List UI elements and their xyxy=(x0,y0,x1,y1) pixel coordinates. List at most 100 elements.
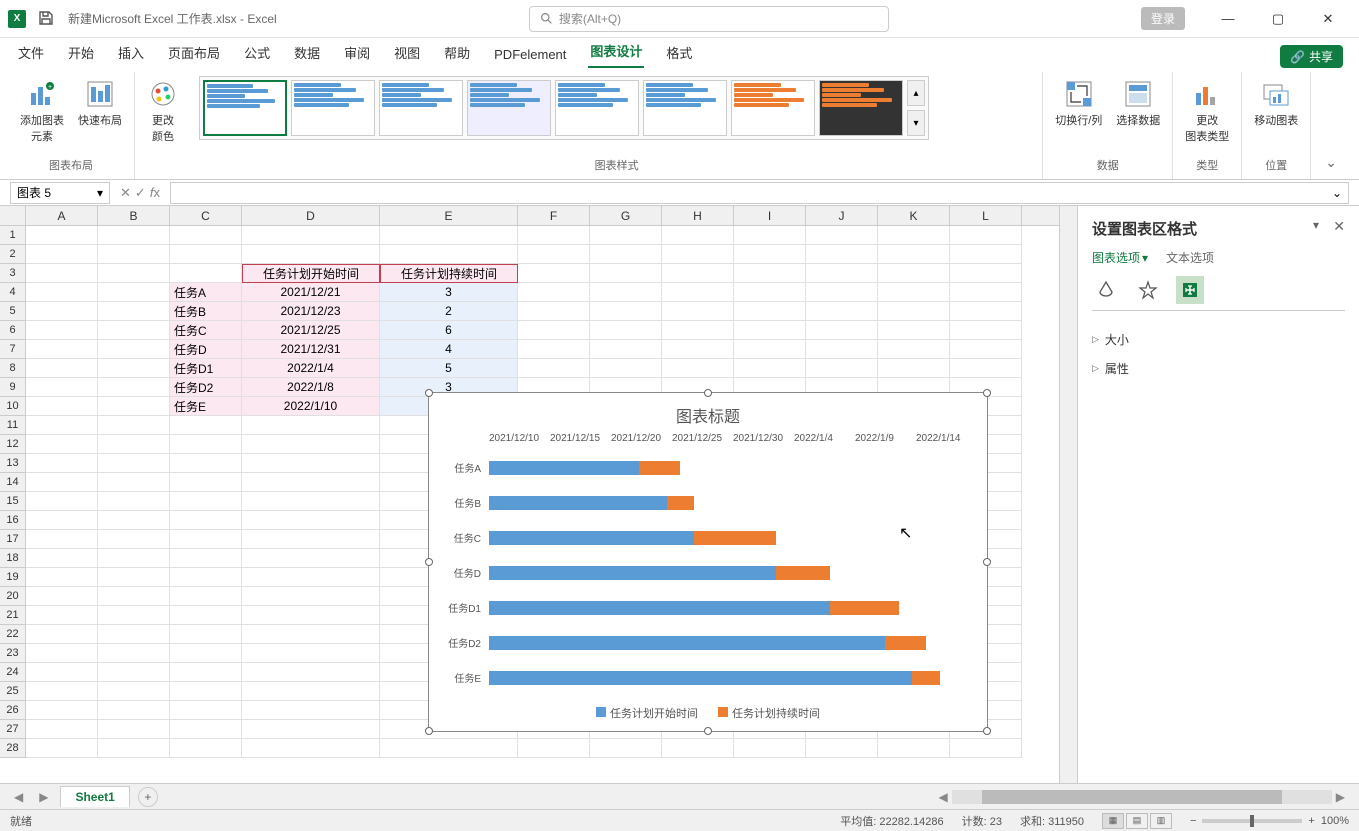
cell[interactable] xyxy=(806,321,878,340)
horizontal-scrollbar[interactable]: ◀ ▶ xyxy=(935,790,1349,804)
cell[interactable] xyxy=(380,739,518,758)
row-header-13[interactable]: 13 xyxy=(0,454,26,473)
cell[interactable] xyxy=(98,321,170,340)
sheet-nav-next[interactable]: ▶ xyxy=(35,790,52,804)
cell[interactable] xyxy=(170,682,242,701)
chart-title[interactable]: 图表标题 xyxy=(439,403,977,427)
chart-style-7[interactable] xyxy=(731,80,815,136)
cell[interactable] xyxy=(242,606,380,625)
cell[interactable] xyxy=(98,701,170,720)
cell[interactable] xyxy=(590,739,662,758)
tab-help[interactable]: 帮助 xyxy=(442,39,472,68)
chart-legend[interactable]: 任务计划开始时间 任务计划持续时间 xyxy=(439,701,977,725)
col-header-D[interactable]: D xyxy=(242,206,380,225)
cell[interactable] xyxy=(662,264,734,283)
cell[interactable] xyxy=(590,264,662,283)
cell[interactable] xyxy=(662,321,734,340)
cell[interactable] xyxy=(26,701,98,720)
cell[interactable] xyxy=(242,701,380,720)
effects-icon[interactable] xyxy=(1134,276,1162,304)
cell[interactable] xyxy=(26,321,98,340)
cell[interactable] xyxy=(98,226,170,245)
section-properties[interactable]: 属性 xyxy=(1092,354,1345,383)
section-size[interactable]: 大小 xyxy=(1092,325,1345,354)
cell[interactable]: 任务E xyxy=(170,397,242,416)
cell[interactable]: 任务A xyxy=(170,283,242,302)
cell[interactable] xyxy=(590,226,662,245)
cell[interactable] xyxy=(242,663,380,682)
cell[interactable] xyxy=(98,530,170,549)
tab-view[interactable]: 视图 xyxy=(392,39,422,68)
cell[interactable] xyxy=(26,720,98,739)
row-header-12[interactable]: 12 xyxy=(0,435,26,454)
cell[interactable] xyxy=(26,340,98,359)
cell[interactable] xyxy=(98,454,170,473)
view-normal-button[interactable]: ▦ xyxy=(1102,813,1124,829)
cell[interactable] xyxy=(242,511,380,530)
cell[interactable] xyxy=(26,245,98,264)
size-properties-icon[interactable] xyxy=(1176,276,1204,304)
cell[interactable] xyxy=(590,359,662,378)
cell[interactable] xyxy=(950,321,1022,340)
move-chart-button[interactable]: 移动图表 xyxy=(1250,76,1302,130)
cell[interactable]: 2021/12/25 xyxy=(242,321,380,340)
tab-insert[interactable]: 插入 xyxy=(116,39,146,68)
cell[interactable] xyxy=(878,264,950,283)
cell[interactable] xyxy=(170,416,242,435)
row-header-20[interactable]: 20 xyxy=(0,587,26,606)
tab-data[interactable]: 数据 xyxy=(292,39,322,68)
confirm-formula-icon[interactable]: ✓ xyxy=(135,185,146,201)
row-header-24[interactable]: 24 xyxy=(0,663,26,682)
cell[interactable] xyxy=(170,568,242,587)
chart-bar-row[interactable]: 任务B xyxy=(439,491,967,515)
cell[interactable] xyxy=(98,511,170,530)
cell[interactable] xyxy=(170,530,242,549)
cell[interactable]: 2022/1/4 xyxy=(242,359,380,378)
cell[interactable] xyxy=(26,644,98,663)
cell[interactable]: 2021/12/21 xyxy=(242,283,380,302)
cell[interactable] xyxy=(98,663,170,682)
cell[interactable] xyxy=(26,359,98,378)
cell[interactable] xyxy=(98,283,170,302)
chart-styles-gallery[interactable]: ▴▾ xyxy=(199,76,929,140)
zoom-slider[interactable] xyxy=(1202,819,1302,823)
cell[interactable] xyxy=(878,283,950,302)
cell[interactable] xyxy=(878,359,950,378)
cell[interactable] xyxy=(98,492,170,511)
cell[interactable] xyxy=(662,283,734,302)
cell[interactable] xyxy=(734,283,806,302)
fx-icon[interactable]: fx xyxy=(150,185,160,200)
tab-review[interactable]: 审阅 xyxy=(342,39,372,68)
cell[interactable] xyxy=(26,625,98,644)
row-header-25[interactable]: 25 xyxy=(0,682,26,701)
row-header-19[interactable]: 19 xyxy=(0,568,26,587)
cell[interactable] xyxy=(734,302,806,321)
formula-expand-icon[interactable]: ⌄ xyxy=(1332,186,1342,200)
cell[interactable] xyxy=(98,397,170,416)
sheet-tab-sheet1[interactable]: Sheet1 xyxy=(60,786,129,807)
row-header-28[interactable]: 28 xyxy=(0,739,26,758)
cell[interactable] xyxy=(242,226,380,245)
cell[interactable] xyxy=(242,473,380,492)
cell[interactable] xyxy=(242,435,380,454)
cell[interactable] xyxy=(734,340,806,359)
row-header-10[interactable]: 10 xyxy=(0,397,26,416)
cell[interactable] xyxy=(170,473,242,492)
cell[interactable] xyxy=(98,587,170,606)
cell[interactable] xyxy=(170,587,242,606)
cell[interactable]: 任务计划持续时间 xyxy=(380,264,518,283)
cell[interactable] xyxy=(242,568,380,587)
cell[interactable] xyxy=(98,359,170,378)
cell[interactable] xyxy=(950,359,1022,378)
view-page-layout-button[interactable]: ▤ xyxy=(1126,813,1148,829)
cell[interactable] xyxy=(98,568,170,587)
cell[interactable] xyxy=(170,739,242,758)
tab-pdfelement[interactable]: PDFelement xyxy=(492,43,568,68)
cell[interactable] xyxy=(26,511,98,530)
cell[interactable] xyxy=(26,435,98,454)
col-header-G[interactable]: G xyxy=(590,206,662,225)
chart-style-5[interactable] xyxy=(555,80,639,136)
cell[interactable] xyxy=(518,340,590,359)
share-button[interactable]: 🔗共享 xyxy=(1280,45,1343,68)
zoom-control[interactable]: − + 100% xyxy=(1190,815,1349,827)
